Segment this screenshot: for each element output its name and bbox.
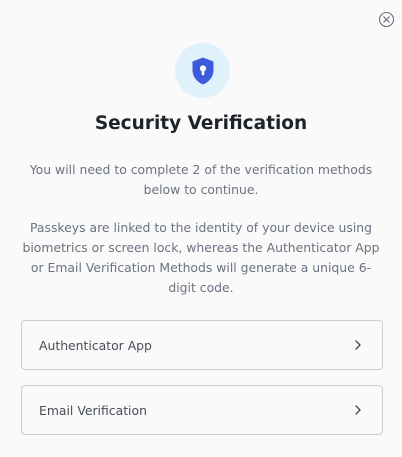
shield-keyhole-icon: [192, 57, 213, 84]
option-label: Authenticator App: [39, 337, 152, 353]
option-label: Email Verification: [39, 402, 147, 418]
email-verification-option[interactable]: Email Verification: [21, 385, 383, 435]
chevron-right-icon: [352, 404, 364, 416]
chevron-right-icon: [352, 339, 364, 351]
close-icon: [378, 11, 395, 28]
dialog-title: Security Verification: [94, 113, 308, 134]
authenticator-app-option[interactable]: Authenticator App: [21, 320, 383, 370]
instruction-text: You will need to complete 2 of the verif…: [29, 162, 373, 197]
security-verification-modal: Security Verification You will need to c…: [0, 0, 402, 457]
description-text: Passkeys are linked to the identity of y…: [22, 220, 380, 295]
close-button[interactable]: [378, 11, 395, 28]
security-badge: [175, 43, 230, 98]
